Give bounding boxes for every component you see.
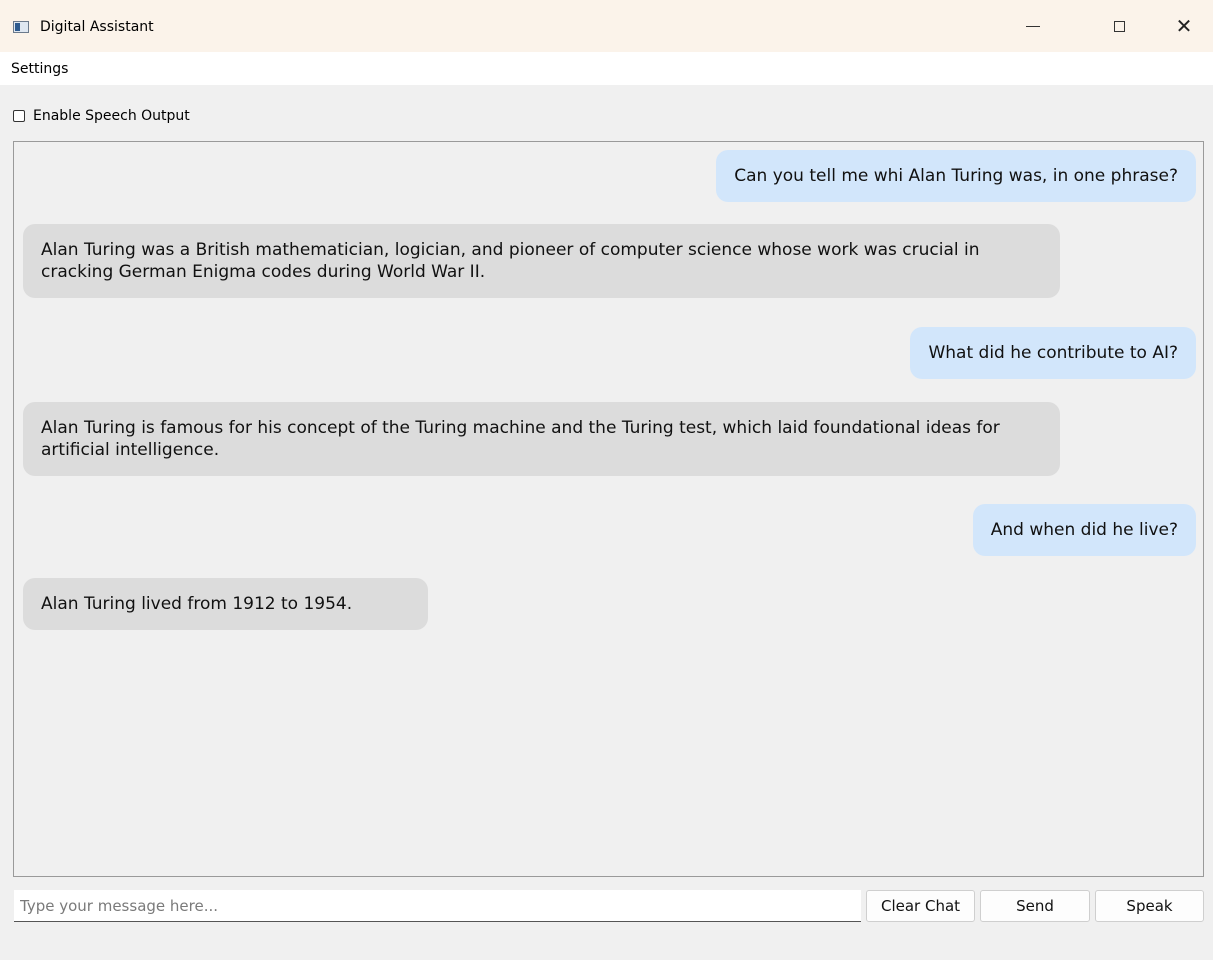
close-button[interactable]: ✕ bbox=[1161, 6, 1207, 46]
assistant-message: Alan Turing is famous for his concept of… bbox=[23, 402, 1060, 476]
user-message: And when did he live? bbox=[972, 504, 1196, 556]
assistant-message: Alan Turing lived from 1912 to 1954. bbox=[23, 578, 428, 630]
minimize-icon bbox=[1026, 25, 1040, 27]
assistant-message: Alan Turing was a British mathematician,… bbox=[23, 224, 1060, 298]
menu-bar: Settings bbox=[0, 52, 1213, 85]
message-input[interactable] bbox=[14, 890, 861, 922]
clear-chat-button[interactable]: Clear Chat bbox=[866, 890, 975, 922]
close-icon: ✕ bbox=[1175, 14, 1193, 38]
app-window-icon bbox=[13, 21, 29, 33]
window-title: Digital Assistant bbox=[40, 19, 154, 35]
send-button[interactable]: Send bbox=[980, 890, 1090, 922]
user-message: Can you tell me whi Alan Turing was, in … bbox=[716, 150, 1196, 202]
maximize-icon bbox=[1113, 20, 1125, 32]
speech-output-option[interactable]: Enable Speech Output bbox=[13, 107, 190, 125]
speech-output-checkbox[interactable] bbox=[13, 110, 25, 122]
speak-button[interactable]: Speak bbox=[1095, 890, 1204, 922]
minimize-button[interactable] bbox=[1010, 6, 1056, 46]
menu-settings[interactable]: Settings bbox=[11, 60, 68, 78]
user-message: What did he contribute to AI? bbox=[910, 327, 1196, 379]
title-bar: Digital Assistant ✕ bbox=[0, 0, 1213, 52]
maximize-button[interactable] bbox=[1096, 6, 1142, 46]
speech-output-label: Enable Speech Output bbox=[33, 108, 190, 124]
chat-history[interactable]: Can you tell me whi Alan Turing was, in … bbox=[13, 141, 1204, 877]
